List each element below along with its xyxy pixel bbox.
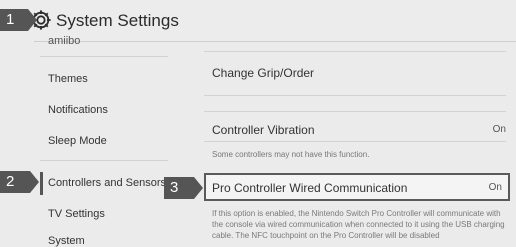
sidebar-item-notifications[interactable]: Notifications bbox=[48, 104, 108, 116]
controller-vibration-note: Some controllers may not have this funct… bbox=[212, 150, 370, 159]
title-bar: System Settings bbox=[0, 0, 516, 40]
controller-vibration-value: On bbox=[492, 124, 506, 135]
controller-vibration-row[interactable]: Controller Vibration bbox=[212, 123, 315, 137]
row-divider bbox=[204, 111, 506, 112]
change-grip-order-row[interactable]: Change Grip/Order bbox=[212, 66, 314, 80]
sidebar-item-system[interactable]: System bbox=[48, 235, 85, 247]
sidebar-item-themes[interactable]: Themes bbox=[48, 73, 88, 85]
selection-indicator bbox=[40, 172, 43, 195]
page-title: System Settings bbox=[56, 11, 179, 30]
row-divider bbox=[204, 95, 506, 96]
pro-controller-wired-label: Pro Controller Wired Communication bbox=[212, 181, 408, 195]
sidebar-item-sleep-mode[interactable]: Sleep Mode bbox=[48, 135, 107, 147]
row-divider bbox=[204, 141, 506, 142]
sidebar-item-amiibo-partial[interactable]: amiibo bbox=[48, 36, 80, 44]
pro-controller-wired-value: On bbox=[488, 182, 502, 193]
step-badge-3: 3 bbox=[164, 177, 203, 199]
sidebar-divider bbox=[40, 160, 168, 161]
step-badge-1: 1 bbox=[0, 9, 37, 31]
sidebar-item-tv-settings[interactable]: TV Settings bbox=[48, 208, 105, 220]
sidebar-divider bbox=[40, 56, 168, 57]
pro-controller-wired-note: If this option is enabled, the Nintendo … bbox=[212, 209, 505, 240]
row-divider bbox=[204, 51, 506, 52]
step-badge-2: 2 bbox=[0, 171, 39, 193]
sidebar-item-controllers-and-sensors[interactable]: Controllers and Sensors bbox=[48, 177, 166, 189]
